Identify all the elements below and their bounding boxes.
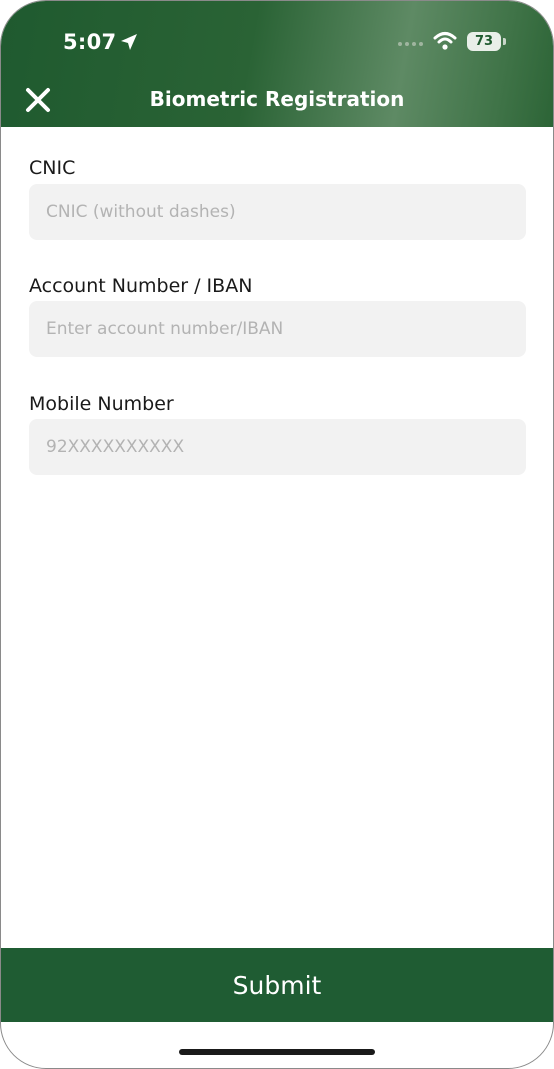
page-title: Biometric Registration (149, 87, 405, 111)
wifi-icon (433, 32, 457, 50)
status-time: 5:07 (63, 30, 117, 54)
phone-screen: 5:07 73 Biometric Registration CNIC Acco… (0, 0, 554, 1069)
cnic-input[interactable] (29, 184, 526, 240)
header-bar: 5:07 73 Biometric Registration (1, 1, 553, 127)
account-number-input[interactable] (29, 301, 526, 357)
cnic-label: CNIC (29, 157, 76, 179)
submit-button[interactable]: Submit (1, 948, 553, 1022)
battery-cap (503, 38, 506, 45)
account-label: Account Number / IBAN (29, 275, 253, 297)
home-indicator (179, 1049, 375, 1055)
signal-icon (398, 42, 423, 46)
location-arrow-icon (121, 34, 137, 50)
battery-icon: 73 (467, 32, 501, 51)
mobile-label: Mobile Number (29, 393, 174, 415)
mobile-number-input[interactable] (29, 419, 526, 475)
